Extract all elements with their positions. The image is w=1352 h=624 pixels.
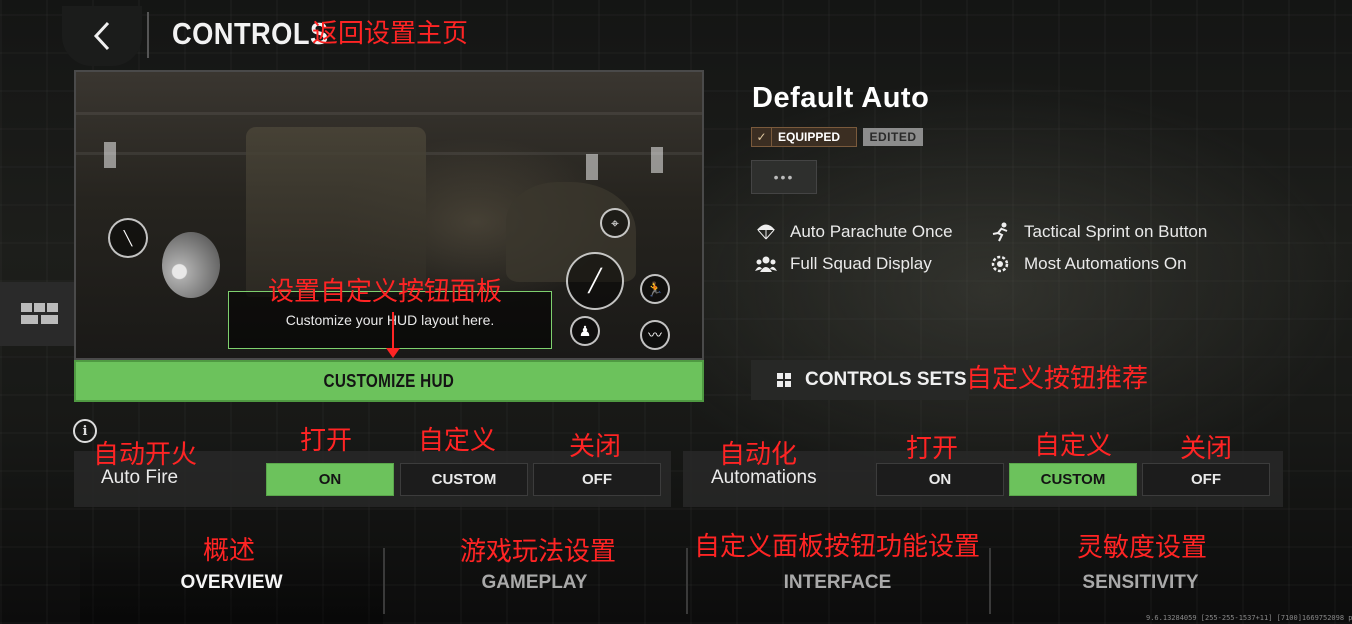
annotation-overview: 概述 <box>203 536 256 566</box>
check-icon: ✓ <box>752 128 772 146</box>
annotation-auto-fire-on: 打开 <box>300 426 353 456</box>
feature-label: Full Squad Display <box>790 254 932 273</box>
header-divider <box>147 12 149 58</box>
feature-tactical-sprint: Tactical Sprint on Button <box>988 220 1207 244</box>
annotation-auto-fire-custom: 自定义 <box>418 426 497 456</box>
crouch-icon: ♟ <box>570 316 600 346</box>
grid-icon <box>777 373 791 387</box>
vehicle-silhouette <box>246 127 426 297</box>
sprint-icon: 🏃 <box>640 274 670 304</box>
chevron-left-icon <box>93 21 110 51</box>
page-title: CONTROLS <box>172 16 329 51</box>
annotation-back: 返回设置主页 <box>312 19 469 49</box>
controls-sets-label: CONTROLS SETS <box>805 369 967 390</box>
auto-fire-on-button[interactable]: ON <box>266 463 394 496</box>
automations-label: Automations <box>711 467 817 488</box>
cabin-window <box>586 154 598 180</box>
annotation-hud-panel: 设置自定义按钮面板 <box>268 277 503 307</box>
auto-fire-off-button[interactable]: OFF <box>533 463 661 496</box>
customize-hud-label: CUSTOMIZE HUD <box>323 370 455 391</box>
squad-icon <box>754 252 778 276</box>
cabin-window <box>104 142 116 168</box>
annotation-arrow-head <box>386 348 400 358</box>
feature-full-squad: Full Squad Display <box>754 252 932 276</box>
prone-icon: 〰 <box>640 320 670 350</box>
cabin-window <box>651 147 663 173</box>
more-options-button[interactable]: ••• <box>751 160 817 194</box>
parachute-icon <box>754 220 778 244</box>
edited-badge: EDITED <box>863 128 923 146</box>
crosshair-icon: ⌖ <box>600 208 630 238</box>
annotation-automations-on: 打开 <box>906 434 959 464</box>
annotation-arrow <box>392 312 394 352</box>
customize-hud-button[interactable]: CUSTOMIZE HUD <box>74 360 704 402</box>
automations-on-button[interactable]: ON <box>876 463 1004 496</box>
feature-label: Auto Parachute Once <box>790 222 953 241</box>
annotation-auto-fire-off: 关闭 <box>569 432 622 462</box>
annotation-auto-fire: 自动开火 <box>93 440 198 470</box>
feature-label: Most Automations On <box>1024 254 1187 273</box>
feature-label: Tactical Sprint on Button <box>1024 222 1208 241</box>
annotation-sensitivity: 灵敏度设置 <box>1077 533 1208 563</box>
back-button[interactable] <box>62 6 142 66</box>
feature-most-automations: Most Automations On <box>988 252 1187 276</box>
feature-auto-parachute: Auto Parachute Once <box>754 220 953 244</box>
auto-fire-custom-button[interactable]: CUSTOM <box>400 463 528 496</box>
annotation-gameplay: 游戏玩法设置 <box>460 537 617 567</box>
controls-sets-button[interactable]: CONTROLS SETS <box>751 360 969 400</box>
layout-grid-icon <box>21 303 58 324</box>
automations-off-button[interactable]: OFF <box>1142 463 1270 496</box>
automations-custom-button[interactable]: CUSTOM <box>1009 463 1137 496</box>
annotation-automations: 自动化 <box>719 440 798 470</box>
annotation-controls-sets: 自定义按钮推荐 <box>966 364 1149 394</box>
sprint-icon <box>988 220 1012 244</box>
automation-icon <box>988 252 1012 276</box>
equipped-label: EQUIPPED <box>778 130 841 144</box>
annotation-automations-off: 关闭 <box>1180 434 1233 464</box>
joystick-icon <box>162 232 220 298</box>
annotation-automations-custom: 自定义 <box>1034 431 1113 461</box>
fire-button-icon: ╱ <box>566 252 624 310</box>
hud-preview[interactable]: ╲ ⌖ ╱ 🏃 ♟ 〰 Customize your HUD layout he… <box>74 70 704 360</box>
version-string: 9.6.13284059 [255-255-1537+11] [7100]166… <box>1146 614 1352 622</box>
annotation-interface: 自定义面板按钮功能设置 <box>694 532 981 562</box>
side-tab-layout[interactable] <box>0 282 80 346</box>
auto-fire-label: Auto Fire <box>101 467 179 488</box>
preset-name: Default Auto <box>752 82 930 114</box>
knife-icon: ╲ <box>108 218 148 258</box>
equipped-badge: ✓ EQUIPPED <box>751 127 857 147</box>
